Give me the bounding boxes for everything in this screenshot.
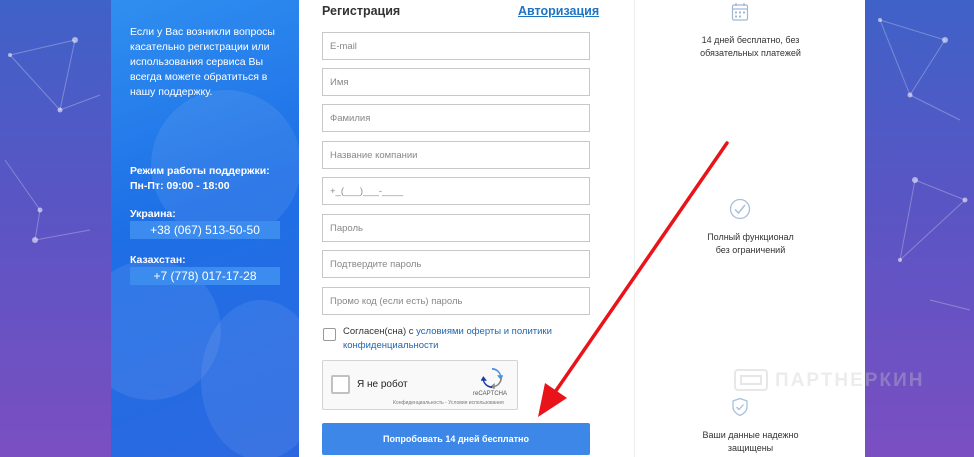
recaptcha-brand: reCAPTCHA (473, 391, 508, 397)
benefit-secure-data-line2: защищены (727, 443, 774, 453)
phone-field[interactable] (322, 177, 590, 205)
login-link[interactable]: Авторизация (518, 4, 599, 18)
password-field[interactable] (322, 214, 590, 242)
confirm-password-field[interactable] (322, 250, 590, 278)
recaptcha-links[interactable]: Конфиденциальность - Условия использован… (393, 400, 504, 406)
recaptcha-checkbox[interactable] (331, 375, 350, 394)
watermark: ПАРТНЕРКИН (733, 366, 933, 396)
recaptcha-label: Я не робот (357, 379, 408, 390)
watermark-text: ПАРТНЕРКИН (775, 370, 925, 391)
country-label-ukraine: Украина: (130, 208, 176, 220)
benefit-trial-line2: обязательных платежей (700, 48, 801, 58)
promo-code-field[interactable] (322, 287, 590, 315)
support-hours-value: Пн-Пт: 09:00 - 18:00 (130, 180, 230, 192)
shield-icon (732, 397, 748, 417)
recaptcha-widget: Я не робот reCAPTCHA Конфиденциальность … (322, 360, 518, 410)
phone-kazakhstan[interactable]: +7 (778) 017-17-28 (130, 267, 280, 285)
support-intro: Если у Вас возникли вопросы касательно р… (130, 26, 275, 98)
checkmark-icon (729, 198, 751, 220)
watermark-logo-icon (734, 369, 768, 391)
agree-checkbox[interactable] (323, 328, 336, 341)
benefit-secure-data: Ваши данные надежно защищены (635, 429, 866, 455)
benefit-full-features: Полный функционал без ограничений (635, 231, 866, 257)
email-field[interactable] (322, 32, 590, 60)
last-name-field[interactable] (322, 104, 590, 132)
form-title: Регистрация (322, 4, 401, 18)
benefit-secure-data-line1: Ваши данные надежно (702, 430, 799, 440)
agree-label: Согласен(сна) с условиями оферты и полит… (343, 325, 563, 353)
recaptcha-logo-icon (481, 367, 503, 389)
benefit-trial: 14 дней бесплатно, без обязательных плат… (635, 34, 866, 60)
try-free-button[interactable]: Попробовать 14 дней бесплатно (322, 423, 590, 455)
agree-prefix: Согласен(сна) с (343, 326, 417, 337)
country-label-kazakhstan: Казахстан: (130, 254, 186, 266)
calendar-icon (731, 3, 749, 21)
benefit-full-features-line1: Полный функционал (707, 232, 794, 242)
support-hours-label: Режим работы поддержки: (130, 165, 270, 177)
phone-ukraine[interactable]: +38 (067) 513-50-50 (130, 221, 280, 239)
registration-form: Регистрация Авторизация Согласен(сна) с … (299, 0, 634, 457)
support-panel: Если у Вас возникли вопросы касательно р… (111, 0, 299, 457)
first-name-field[interactable] (322, 68, 590, 96)
benefit-trial-line1: 14 дней бесплатно, без (701, 35, 800, 45)
company-field[interactable] (322, 141, 590, 169)
benefit-full-features-line2: без ограничений (715, 245, 786, 255)
